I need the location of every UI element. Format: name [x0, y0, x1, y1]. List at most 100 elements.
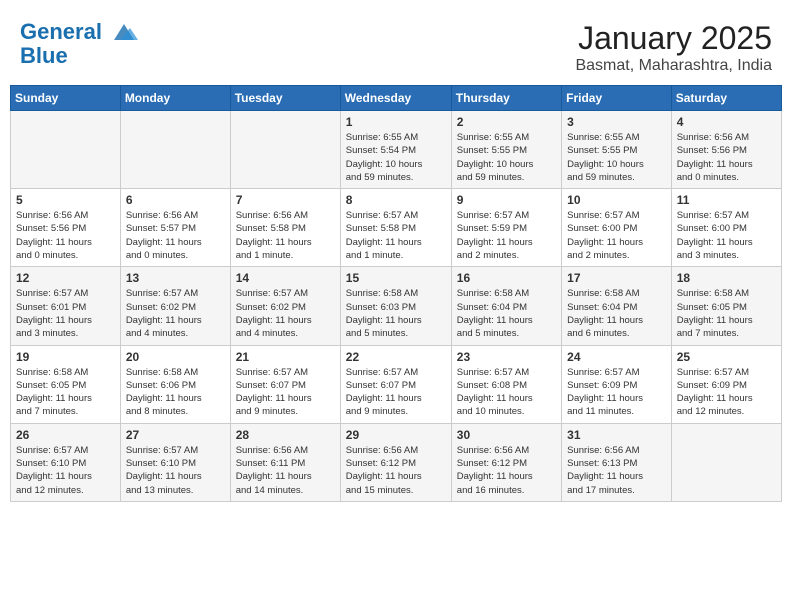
calendar-cell: 17Sunrise: 6:58 AM Sunset: 6:04 PM Dayli…	[562, 267, 672, 345]
day-number: 25	[677, 350, 776, 364]
calendar-subtitle: Basmat, Maharashtra, India	[575, 57, 772, 75]
calendar-table: SundayMondayTuesdayWednesdayThursdayFrid…	[10, 85, 782, 502]
calendar-cell	[230, 111, 340, 189]
day-number: 3	[567, 115, 666, 129]
day-info: Sunrise: 6:57 AM Sunset: 6:07 PM Dayligh…	[346, 366, 446, 419]
day-number: 27	[126, 428, 225, 442]
weekday-row: SundayMondayTuesdayWednesdayThursdayFrid…	[11, 86, 782, 111]
calendar-week-row: 5Sunrise: 6:56 AM Sunset: 5:56 PM Daylig…	[11, 189, 782, 267]
calendar-cell: 6 Sunrise: 6:56 AM Sunset: 5:57 PM Daylig…	[120, 189, 230, 267]
day-info: Sunrise: 6:58 AM Sunset: 6:03 PM Dayligh…	[346, 287, 446, 340]
day-info: Sunrise: 6:56 AM Sunset: 5:57 PM Dayligh…	[126, 209, 225, 262]
day-number: 17	[567, 271, 666, 285]
weekday-header: Sunday	[11, 86, 121, 111]
calendar-week-row: 26 Sunrise: 6:57 AM Sunset: 6:10 PM Dayli…	[11, 423, 782, 501]
calendar-cell: 26 Sunrise: 6:57 AM Sunset: 6:10 PM Dayli…	[11, 423, 121, 501]
calendar-week-row: 1 Sunrise: 6:55 AM Sunset: 5:54 PM Daylig…	[11, 111, 782, 189]
day-info: Sunrise: 6:57 AM Sunset: 6:01 PM Dayligh…	[16, 287, 115, 340]
day-info: Sunrise: 6:56 AM Sunset: 6:12 PM Dayligh…	[346, 444, 446, 497]
page-header: General Blue January 2025 Basmat, Mahara…	[10, 10, 782, 80]
day-number: 22	[346, 350, 446, 364]
title-block: January 2025 Basmat, Maharashtra, India	[575, 20, 772, 75]
day-info: Sunrise: 6:55 AM Sunset: 5:55 PM Dayligh…	[567, 131, 666, 184]
calendar-body: 1 Sunrise: 6:55 AM Sunset: 5:54 PM Daylig…	[11, 111, 782, 502]
logo-blue: Blue	[20, 44, 138, 68]
calendar-cell: 25 Sunrise: 6:57 AM Sunset: 6:09 PM Dayli…	[671, 345, 781, 423]
calendar-cell: 13 Sunrise: 6:57 AM Sunset: 6:02 PM Dayli…	[120, 267, 230, 345]
day-number: 20	[126, 350, 225, 364]
calendar-cell: 29 Sunrise: 6:56 AM Sunset: 6:12 PM Dayli…	[340, 423, 451, 501]
day-info: Sunrise: 6:55 AM Sunset: 5:55 PM Dayligh…	[457, 131, 556, 184]
day-info: Sunrise: 6:57 AM Sunset: 6:07 PM Dayligh…	[236, 366, 335, 419]
day-number: 15	[346, 271, 446, 285]
day-info: Sunrise: 6:57 AM Sunset: 5:58 PM Dayligh…	[346, 209, 446, 262]
day-number: 8	[346, 193, 446, 207]
day-info: Sunrise: 6:57 AM Sunset: 6:00 PM Dayligh…	[677, 209, 776, 262]
calendar-week-row: 19 Sunrise: 6:58 AM Sunset: 6:05 PM Dayli…	[11, 345, 782, 423]
day-info: Sunrise: 6:57 AM Sunset: 6:08 PM Dayligh…	[457, 366, 556, 419]
day-number: 28	[236, 428, 335, 442]
calendar-cell: 15 Sunrise: 6:58 AM Sunset: 6:03 PM Dayli…	[340, 267, 451, 345]
day-info: Sunrise: 6:55 AM Sunset: 5:54 PM Dayligh…	[346, 131, 446, 184]
day-info: Sunrise: 6:57 AM Sunset: 6:09 PM Dayligh…	[567, 366, 666, 419]
calendar-cell: 19 Sunrise: 6:58 AM Sunset: 6:05 PM Dayli…	[11, 345, 121, 423]
calendar-cell: 23 Sunrise: 6:57 AM Sunset: 6:08 PM Dayli…	[451, 345, 561, 423]
calendar-cell: 10 Sunrise: 6:57 AM Sunset: 6:00 PM Dayli…	[562, 189, 672, 267]
calendar-cell: 11 Sunrise: 6:57 AM Sunset: 6:00 PM Dayli…	[671, 189, 781, 267]
day-number: 13	[126, 271, 225, 285]
day-info: Sunrise: 6:57 AM Sunset: 6:00 PM Dayligh…	[567, 209, 666, 262]
calendar-cell: 30 Sunrise: 6:56 AM Sunset: 6:12 PM Dayli…	[451, 423, 561, 501]
day-number: 24	[567, 350, 666, 364]
day-number: 10	[567, 193, 666, 207]
day-info: Sunrise: 6:57 AM Sunset: 6:09 PM Dayligh…	[677, 366, 776, 419]
day-info: Sunrise: 6:57 AM Sunset: 6:10 PM Dayligh…	[126, 444, 225, 497]
calendar-cell: 31 Sunrise: 6:56 AM Sunset: 6:13 PM Dayli…	[562, 423, 672, 501]
day-info: Sunrise: 6:57 AM Sunset: 6:02 PM Dayligh…	[126, 287, 225, 340]
day-number: 29	[346, 428, 446, 442]
day-info: Sunrise: 6:56 AM Sunset: 6:11 PM Dayligh…	[236, 444, 335, 497]
day-number: 2	[457, 115, 556, 129]
day-info: Sunrise: 6:57 AM Sunset: 6:10 PM Dayligh…	[16, 444, 115, 497]
day-number: 11	[677, 193, 776, 207]
day-number: 26	[16, 428, 115, 442]
day-info: Sunrise: 6:56 AM Sunset: 5:58 PM Dayligh…	[236, 209, 335, 262]
day-number: 6	[126, 193, 225, 207]
calendar-header: SundayMondayTuesdayWednesdayThursdayFrid…	[11, 86, 782, 111]
day-info: Sunrise: 6:56 AM Sunset: 6:13 PM Dayligh…	[567, 444, 666, 497]
day-number: 30	[457, 428, 556, 442]
calendar-cell: 24 Sunrise: 6:57 AM Sunset: 6:09 PM Dayli…	[562, 345, 672, 423]
calendar-cell: 9Sunrise: 6:57 AM Sunset: 5:59 PM Daylig…	[451, 189, 561, 267]
day-number: 14	[236, 271, 335, 285]
logo: General Blue	[20, 20, 138, 68]
day-number: 12	[16, 271, 115, 285]
calendar-cell: 3 Sunrise: 6:55 AM Sunset: 5:55 PM Daylig…	[562, 111, 672, 189]
logo-icon	[110, 22, 138, 44]
calendar-cell: 16Sunrise: 6:58 AM Sunset: 6:04 PM Dayli…	[451, 267, 561, 345]
day-number: 21	[236, 350, 335, 364]
calendar-cell: 5Sunrise: 6:56 AM Sunset: 5:56 PM Daylig…	[11, 189, 121, 267]
day-number: 16	[457, 271, 556, 285]
calendar-cell	[671, 423, 781, 501]
calendar-cell: 4 Sunrise: 6:56 AM Sunset: 5:56 PM Daylig…	[671, 111, 781, 189]
calendar-cell: 7 Sunrise: 6:56 AM Sunset: 5:58 PM Daylig…	[230, 189, 340, 267]
day-info: Sunrise: 6:56 AM Sunset: 6:12 PM Dayligh…	[457, 444, 556, 497]
calendar-cell: 18Sunrise: 6:58 AM Sunset: 6:05 PM Dayli…	[671, 267, 781, 345]
day-number: 19	[16, 350, 115, 364]
calendar-cell: 20 Sunrise: 6:58 AM Sunset: 6:06 PM Dayli…	[120, 345, 230, 423]
calendar-cell: 8 Sunrise: 6:57 AM Sunset: 5:58 PM Daylig…	[340, 189, 451, 267]
day-info: Sunrise: 6:58 AM Sunset: 6:05 PM Dayligh…	[16, 366, 115, 419]
day-number: 7	[236, 193, 335, 207]
day-number: 18	[677, 271, 776, 285]
calendar-week-row: 12 Sunrise: 6:57 AM Sunset: 6:01 PM Dayli…	[11, 267, 782, 345]
day-number: 31	[567, 428, 666, 442]
day-number: 23	[457, 350, 556, 364]
day-number: 4	[677, 115, 776, 129]
weekday-header: Friday	[562, 86, 672, 111]
day-number: 5	[16, 193, 115, 207]
weekday-header: Tuesday	[230, 86, 340, 111]
day-info: Sunrise: 6:58 AM Sunset: 6:06 PM Dayligh…	[126, 366, 225, 419]
day-info: Sunrise: 6:56 AM Sunset: 5:56 PM Dayligh…	[677, 131, 776, 184]
calendar-cell	[120, 111, 230, 189]
calendar-cell: 1 Sunrise: 6:55 AM Sunset: 5:54 PM Daylig…	[340, 111, 451, 189]
day-number: 1	[346, 115, 446, 129]
